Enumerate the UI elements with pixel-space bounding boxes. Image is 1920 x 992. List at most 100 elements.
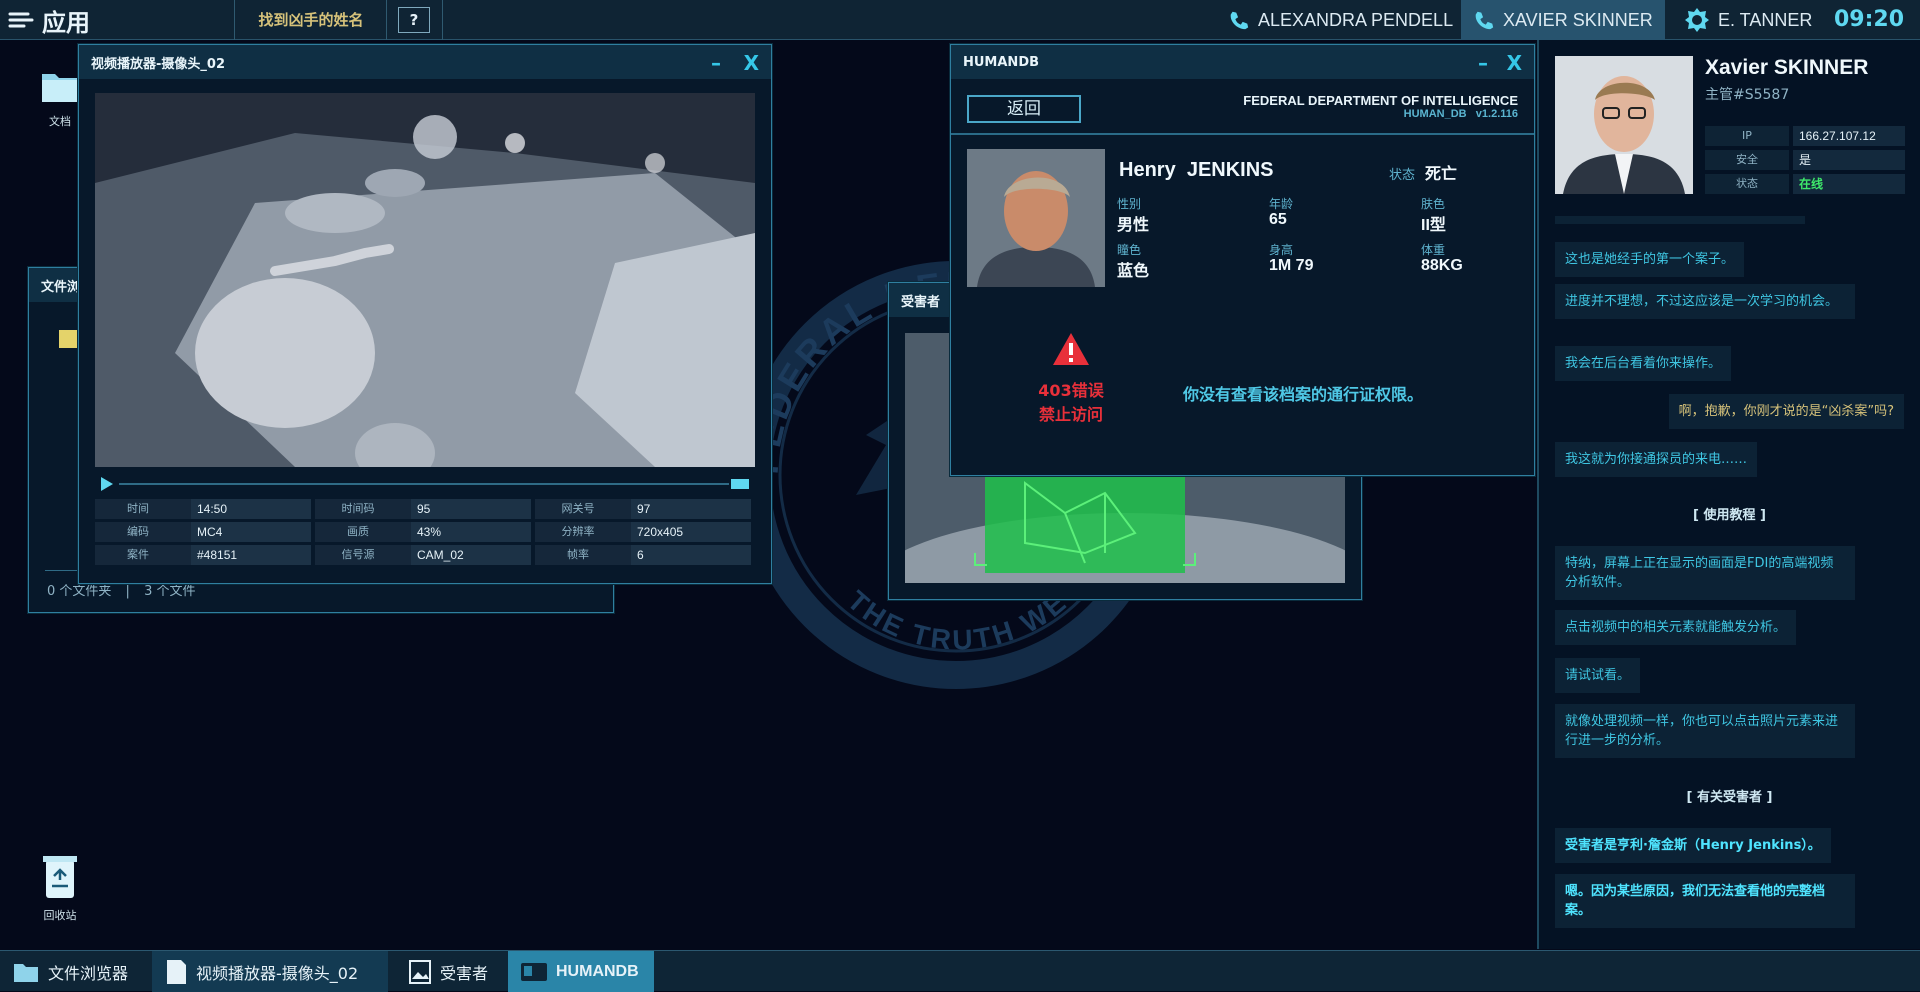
task-humandb[interactable]: HUMANDB	[508, 951, 654, 992]
contact-id: 主管#S5587	[1705, 87, 1790, 103]
humandb-window[interactable]: HUMANDB – X 返回 FEDERAL DEPARTMENT OF INT…	[950, 44, 1535, 476]
chat-message: 就像处理视频一样，你也可以点击照片元素来进行进一步的分析。	[1555, 704, 1855, 758]
folder-icon	[14, 963, 38, 982]
window-title: 视频播放器-摄像头_02	[79, 45, 771, 79]
recycle-bin-icon	[43, 856, 77, 898]
meta-label: 时间	[95, 499, 191, 519]
contact-name: E. TANNER	[1718, 9, 1813, 30]
error-message: 你没有查看该档案的通行证权限。	[1183, 385, 1424, 404]
database-icon	[521, 962, 547, 981]
objective-text: 找到凶手的姓名	[258, 11, 364, 29]
meta-label: 分辨率	[535, 522, 631, 542]
chat-message: 我这就为你接通探员的来电……	[1555, 442, 1758, 477]
contact-xavier-skinner[interactable]: XAVIER SKINNER	[1461, 0, 1665, 40]
meta-value: MC4	[191, 522, 311, 542]
meta-label: 时间码	[315, 499, 411, 519]
info-value: 166.27.107.12	[1793, 126, 1905, 146]
chat-message: 受害者是亨利·詹金斯（Henry Jenkins）。	[1555, 828, 1831, 863]
file-count: 3 个文件	[144, 584, 196, 599]
divider	[1555, 216, 1805, 224]
meta-value: 43%	[411, 522, 531, 542]
chat-message: 我会在后台看着你来操作。	[1555, 346, 1732, 381]
clock: 09:20	[1833, 7, 1904, 32]
divider	[234, 0, 235, 40]
video-player-window[interactable]: 视频播放器-摄像头_02 – X 时间 14:50 时间码 95 网关号 97 …	[78, 44, 772, 584]
warning-icon	[1053, 333, 1089, 365]
contact-avatar	[1555, 56, 1693, 194]
help-button[interactable]: ?	[398, 7, 430, 33]
error-code: 403错误	[1038, 381, 1104, 400]
window-title-text: 受害者	[901, 294, 941, 310]
chat-section-tag: [ 使用教程 ]	[1693, 508, 1766, 523]
chat-section-tag: [ 有关受害者 ]	[1686, 790, 1773, 805]
weight-label: 体重	[1421, 243, 1446, 257]
org-header: FEDERAL DEPARTMENT OF INTELLIGENCE HUMAN…	[1243, 93, 1518, 120]
person-name: Henry JENKINS	[1119, 159, 1274, 182]
video-icon	[167, 959, 186, 984]
meta-label: 帧率	[535, 545, 631, 565]
close-button[interactable]: X	[744, 51, 759, 75]
meta-value: 720x405	[631, 522, 751, 542]
skin-value: II型	[1421, 217, 1446, 234]
task-label: HUMANDB	[556, 962, 639, 980]
height-label: 身高	[1269, 243, 1294, 257]
video-metadata-grid: 时间 14:50 时间码 95 网关号 97 编码 MC4 画质 43% 分辨率…	[95, 499, 755, 565]
task-file-browser[interactable]: 文件浏览器	[0, 951, 148, 992]
video-frame[interactable]	[95, 93, 755, 467]
chat-message: 进度并不理想，不过这应该是一次学习的机会。	[1555, 284, 1855, 319]
info-label: IP	[1705, 126, 1789, 146]
meta-value: #48151	[191, 545, 311, 565]
progress-handle[interactable]	[731, 479, 749, 489]
meta-label: 案件	[95, 545, 191, 565]
info-value: 是	[1793, 150, 1905, 170]
desktop-icon-recycle-bin[interactable]: 回收站	[20, 854, 100, 923]
window-title-text: HUMANDB	[963, 54, 1040, 70]
meta-label: 画质	[315, 522, 411, 542]
task-victim[interactable]: 受害者	[396, 951, 504, 992]
play-button[interactable]	[101, 477, 113, 491]
taskbar: 文件浏览器 视频播放器-摄像头_02 受害者 HUMANDB	[0, 950, 1920, 992]
chat-message: 特纳，屏幕上正在显示的画面是FDI的高端视频分析软件。	[1555, 546, 1855, 600]
online-status: 在线	[1793, 174, 1905, 194]
apps-menu-button[interactable]: 应用	[8, 5, 90, 37]
divider	[951, 133, 1534, 135]
minimize-button[interactable]: –	[711, 51, 721, 75]
meta-value: 6	[631, 545, 751, 565]
contact-e-tanner[interactable]: E. TANNER	[1672, 0, 1824, 40]
task-label: 受害者	[440, 963, 489, 983]
task-video-player[interactable]: 视频播放器-摄像头_02	[152, 951, 388, 992]
top-bar: 应用 找到凶手的姓名 ? ALEXANDRA PENDELL XAVIER SK…	[0, 0, 1920, 40]
status-label: 状态	[1389, 168, 1416, 183]
window-title-text: 视频播放器-摄像头_02	[91, 56, 225, 72]
chat-message: 请试试看。	[1555, 658, 1641, 693]
close-button[interactable]: X	[1507, 51, 1522, 75]
person-photo[interactable]	[967, 149, 1105, 287]
minimize-button[interactable]: –	[1478, 51, 1488, 75]
error-title: 禁止访问	[1038, 405, 1103, 424]
apps-label: 应用	[42, 8, 90, 37]
eye-label: 瞳色	[1117, 243, 1142, 257]
playback-bar[interactable]	[95, 475, 755, 493]
window-title-text: 文件浏	[41, 279, 81, 295]
divider	[442, 0, 443, 40]
info-label: 安全	[1705, 150, 1789, 170]
eye-value: 蓝色	[1117, 263, 1150, 280]
age-label: 年龄	[1269, 197, 1294, 211]
gender-label: 性别	[1117, 197, 1142, 211]
info-label: 状态	[1705, 174, 1789, 194]
contact-alexandra-pendell[interactable]: ALEXANDRA PENDELL	[1216, 0, 1465, 40]
phone-icon	[1475, 11, 1494, 30]
contact-info-table: IP 166.27.107.12 安全 是 状态 在线	[1705, 126, 1905, 194]
folder-icon	[42, 74, 78, 102]
back-button[interactable]: 返回	[967, 95, 1081, 123]
chat-message: 啊，抱歉，你刚才说的是“凶杀案”吗?	[1668, 394, 1904, 429]
db-version: v1.2.116	[1475, 108, 1518, 120]
contact-name: XAVIER SKINNER	[1503, 9, 1653, 30]
cctv-scene[interactable]	[95, 93, 755, 467]
folder-count: 0 个文件夹	[47, 584, 112, 599]
meta-label: 网关号	[535, 499, 631, 519]
phone-icon	[1230, 11, 1249, 30]
fdi-badge-icon	[1685, 8, 1709, 32]
height-value: 1M 79	[1269, 257, 1314, 274]
meta-label: 编码	[95, 522, 191, 542]
